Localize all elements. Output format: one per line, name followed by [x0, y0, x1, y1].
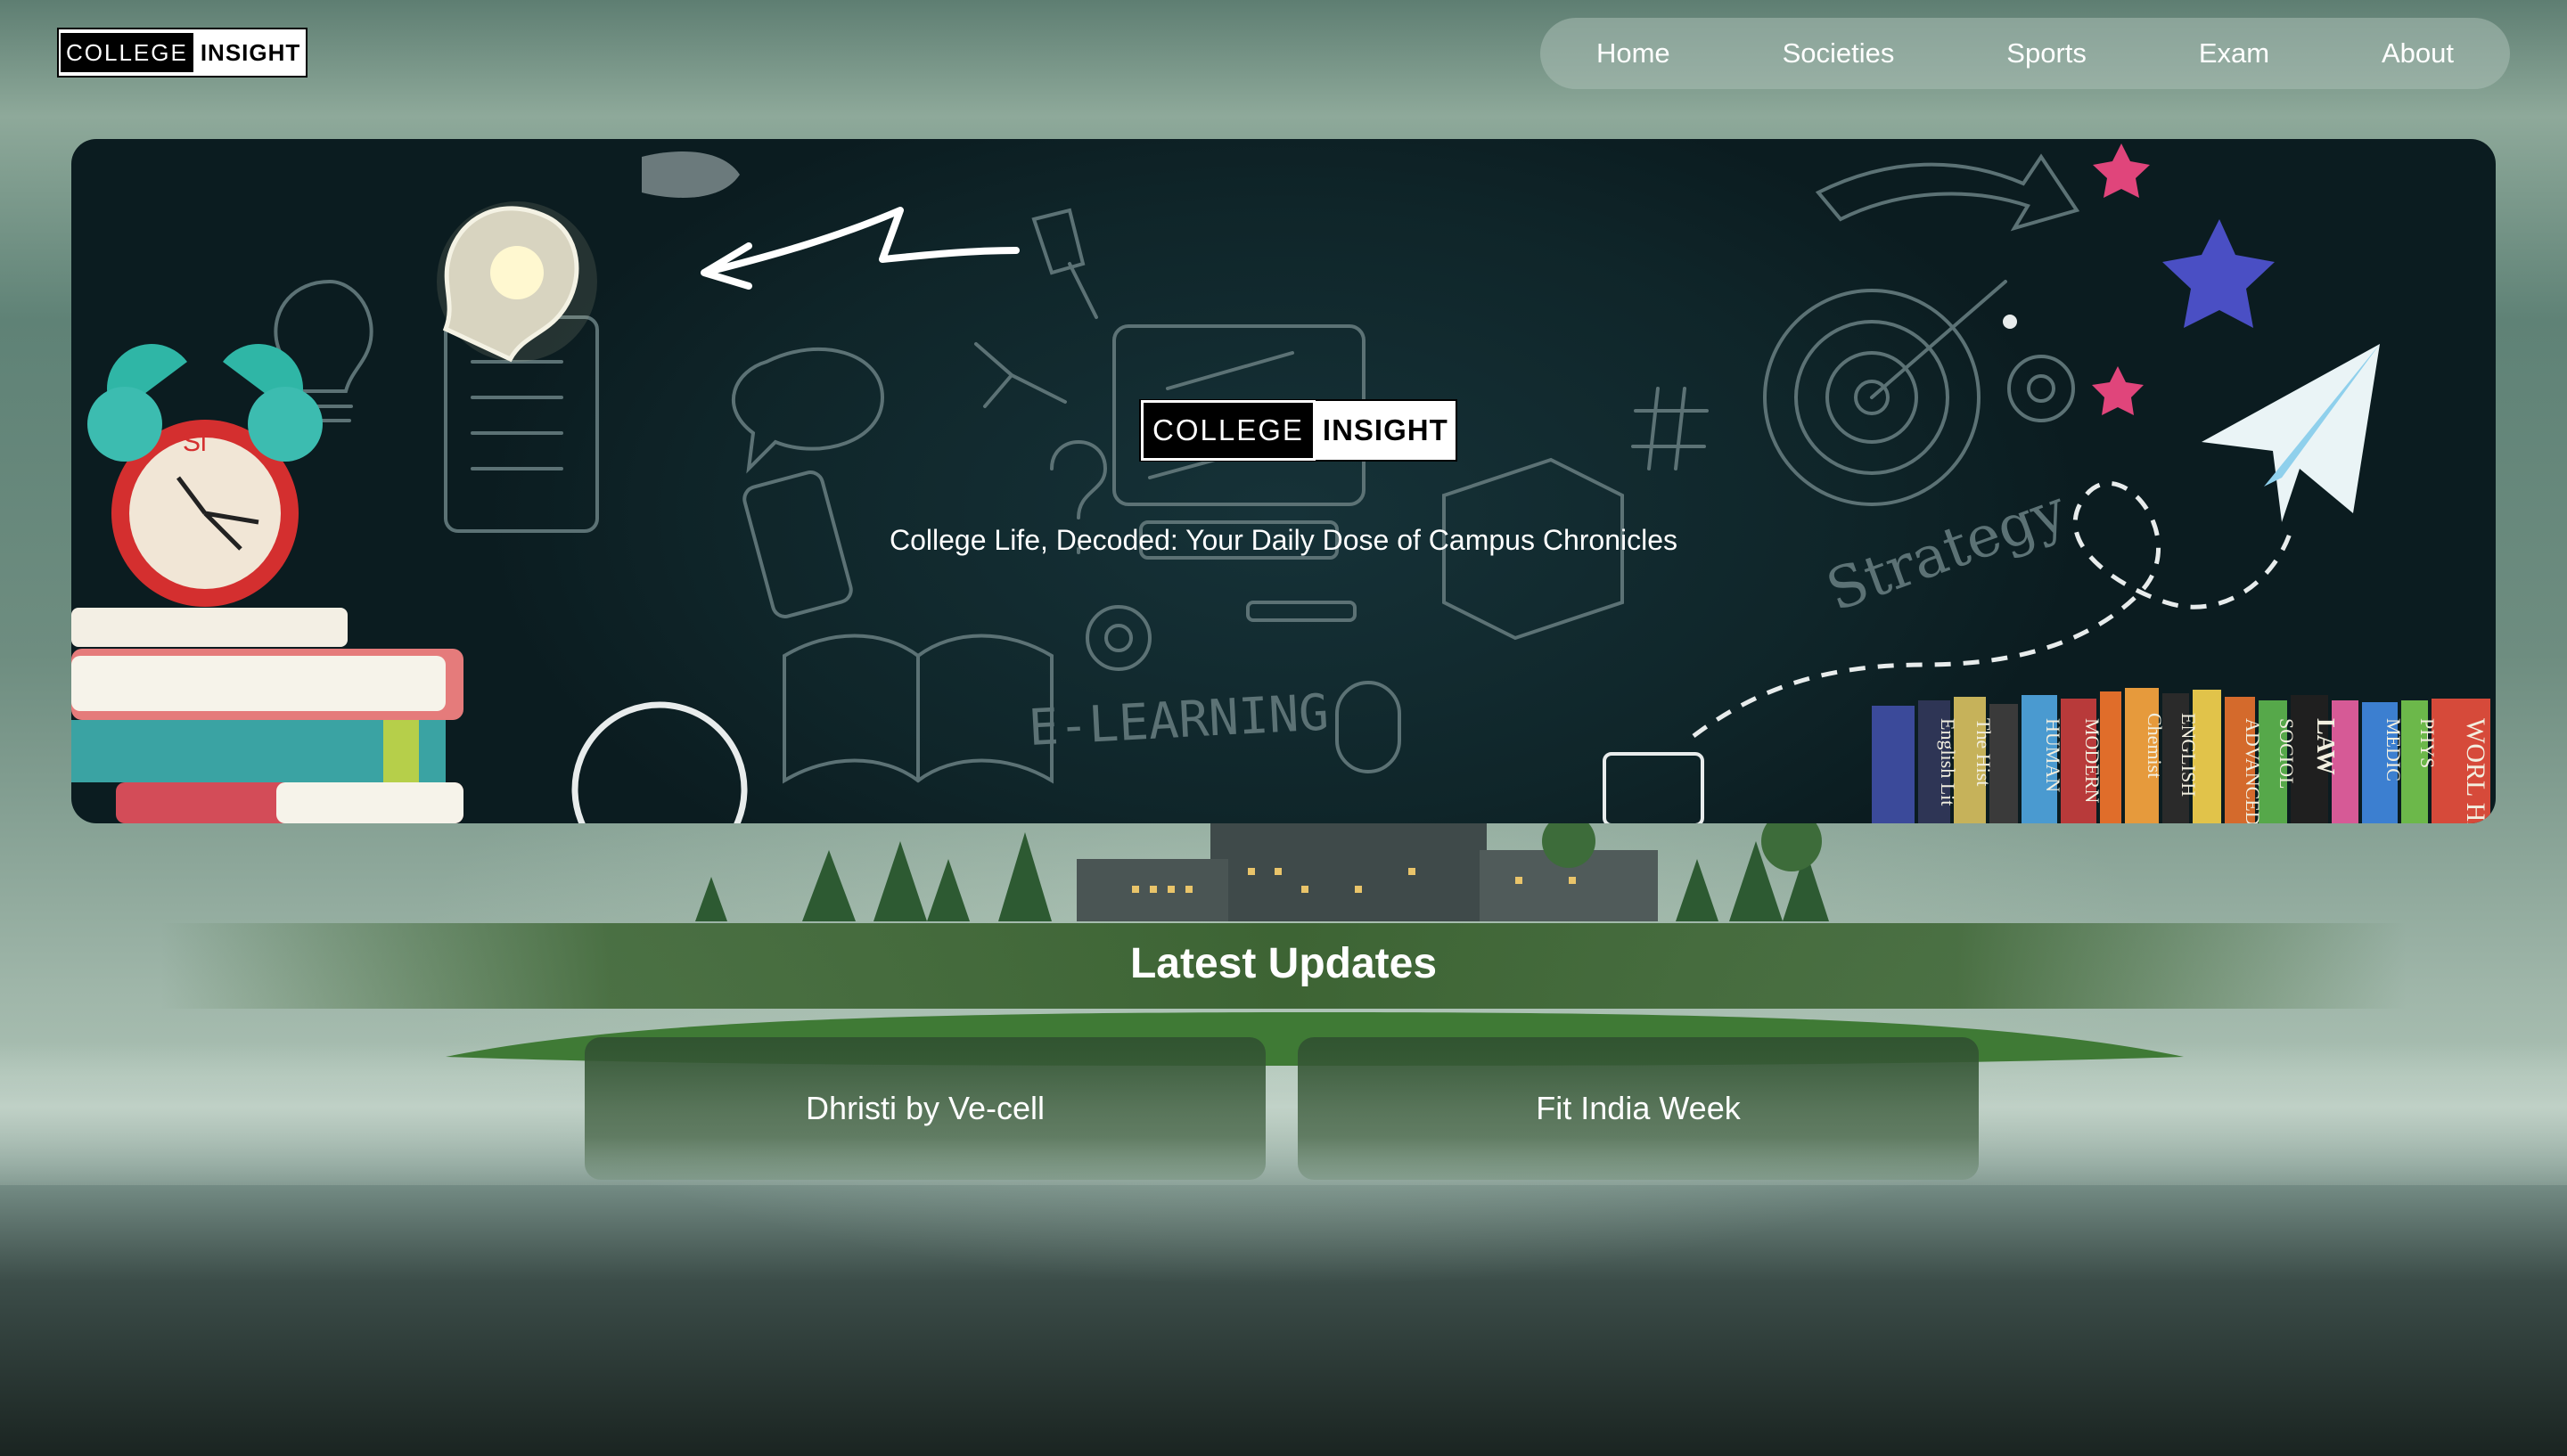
svg-text:The Hist: The Hist [1972, 718, 1995, 786]
hero-banner: E-LEARNING Strategy Sl English Lit The H… [71, 139, 2496, 823]
site-logo[interactable]: COLLEGE INSIGHT [57, 28, 308, 78]
hero-tagline: College Life, Decoded: Your Daily Dose o… [889, 524, 1678, 556]
svg-text:MEDIC: MEDIC [2382, 718, 2405, 781]
campus-forest-illustration [695, 823, 1829, 921]
nav-societies[interactable]: Societies [1783, 37, 1895, 70]
svg-text:ADVANCED: ADVANCED [2242, 718, 2264, 823]
latest-updates-heading: Latest Updates [1129, 940, 1438, 987]
hero-logo: COLLEGE INSIGHT [1139, 399, 1457, 462]
logo-word-college: COLLEGE [59, 31, 195, 74]
svg-text:English Lit: English Lit [1937, 718, 1959, 806]
svg-text:Chemist: Chemist [2144, 713, 2166, 778]
svg-text:ENGLISH: ENGLISH [2177, 713, 2200, 797]
svg-text:SOCIOL: SOCIOL [2276, 718, 2298, 789]
svg-text:MODERN: MODERN [2081, 718, 2104, 803]
hero-logo-word-college: COLLEGE [1141, 400, 1316, 461]
nav-exam[interactable]: Exam [2199, 37, 2269, 70]
logo-word-insight: INSIGHT [200, 38, 301, 66]
svg-text:LAW: LAW [2311, 718, 2339, 775]
svg-text:WORL HISTO: WORL HISTO [2461, 718, 2490, 823]
svg-text:PHYS: PHYS [2416, 718, 2439, 768]
main-nav: Home Societies Sports Exam About [1540, 18, 2510, 89]
svg-text:HUMAN: HUMAN [2042, 718, 2064, 792]
update-card-fit-india[interactable]: Fit India Week [1298, 1037, 1979, 1180]
nav-home[interactable]: Home [1596, 37, 1670, 70]
svg-text:Sl: Sl [183, 428, 207, 457]
update-card-dhristi[interactable]: Dhristi by Ve-cell [585, 1037, 1266, 1180]
bookshelf-illustration: English Lit The Hist HUMAN MODERN Chemis… [1872, 688, 2490, 823]
hero-logo-word-insight: INSIGHT [1322, 413, 1448, 446]
nav-sports[interactable]: Sports [2006, 37, 2087, 70]
doodle-elearning-text: E-LEARNING [1027, 683, 1330, 757]
hero-doodle-illustration: E-LEARNING Strategy Sl English Lit The H… [71, 143, 2490, 823]
nav-about[interactable]: About [2382, 37, 2454, 70]
